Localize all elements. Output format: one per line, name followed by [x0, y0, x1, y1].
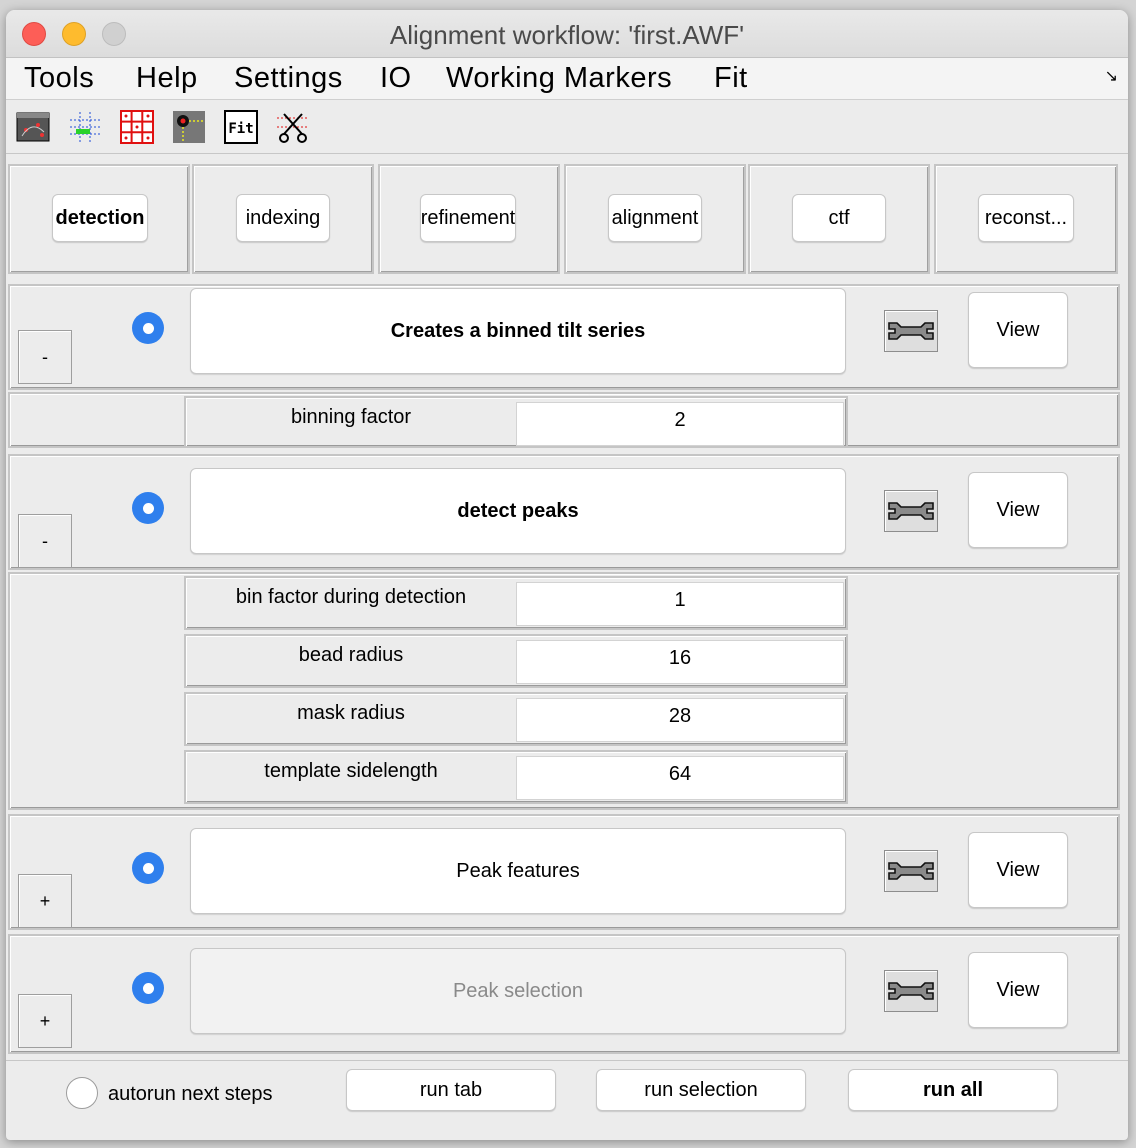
- menu-bar: Tools Help Settings IO Working Markers F…: [6, 58, 1128, 100]
- param-mask-radius: mask radius 28: [184, 692, 848, 746]
- menu-working-markers[interactable]: Working Markers: [446, 62, 672, 95]
- step-detect-peaks: - detect peaks View: [8, 454, 1120, 570]
- tab-cell-ctf: ctf: [748, 164, 930, 274]
- menu-resize-icon: ↘: [1104, 68, 1118, 85]
- run-selection-button[interactable]: run selection: [596, 1069, 806, 1111]
- fit-icon-text: Fit: [228, 121, 253, 137]
- app-window: Alignment workflow: 'first.AWF' Tools He…: [6, 10, 1128, 1140]
- step-enable-radio[interactable]: [132, 492, 164, 524]
- tab-detection[interactable]: detection: [52, 194, 148, 242]
- param-label: bead radius: [298, 644, 404, 666]
- run-all-button[interactable]: run all: [848, 1069, 1058, 1111]
- step-enable-radio[interactable]: [132, 972, 164, 1004]
- marker-position-icon[interactable]: [172, 110, 206, 144]
- menu-fit[interactable]: Fit: [714, 62, 748, 95]
- step-enable-radio[interactable]: [132, 312, 164, 344]
- mask-radius-input[interactable]: 28: [516, 698, 844, 742]
- wrench-icon[interactable]: [884, 490, 938, 532]
- view-button[interactable]: View: [968, 952, 1068, 1028]
- grid-icon[interactable]: [120, 110, 154, 144]
- view-button[interactable]: View: [968, 832, 1068, 908]
- collapse-button[interactable]: -: [18, 330, 72, 384]
- cut-markers-icon[interactable]: [276, 110, 310, 144]
- bead-radius-input[interactable]: 16: [516, 640, 844, 684]
- view-button[interactable]: View: [968, 292, 1068, 368]
- tab-cell-detection: detection: [8, 164, 190, 274]
- marker-tracking-icon[interactable]: [68, 110, 102, 144]
- autorun-label: autorun next steps: [108, 1083, 273, 1105]
- workflow-tabs: detection indexing refinement alignment …: [8, 164, 1120, 276]
- step-enable-radio[interactable]: [132, 852, 164, 884]
- step-detect-button[interactable]: detect peaks: [190, 468, 846, 554]
- template-sidelength-input[interactable]: 64: [516, 756, 844, 800]
- params-detect: bin factor during detection 1 bead radiu…: [8, 572, 1120, 810]
- param-bin-factor: bin factor during detection 1: [184, 576, 848, 630]
- autorun-radio[interactable]: [66, 1077, 98, 1109]
- tab-reconstruction[interactable]: reconst...: [978, 194, 1074, 242]
- param-binning-factor: binning factor 2: [184, 396, 848, 448]
- binning-factor-input[interactable]: 2: [516, 402, 844, 446]
- step-peak-features: + Peak features View: [8, 814, 1120, 930]
- toolbar: Fit: [6, 100, 1128, 154]
- collapse-button[interactable]: -: [18, 514, 72, 568]
- param-template-sidelength: template sidelength 64: [184, 750, 848, 804]
- view-button[interactable]: View: [968, 472, 1068, 548]
- tab-indexing[interactable]: indexing: [236, 194, 330, 242]
- tab-cell-indexing: indexing: [192, 164, 374, 274]
- param-label: template sidelength: [264, 760, 438, 782]
- param-label: binning factor: [290, 406, 412, 428]
- step-features-button[interactable]: Peak features: [190, 828, 846, 914]
- bottom-bar: autorun next steps run tab run selection…: [6, 1060, 1128, 1140]
- tab-ctf[interactable]: ctf: [792, 194, 886, 242]
- step-peak-selection: + Peak selection View: [8, 934, 1120, 1054]
- expand-button[interactable]: +: [18, 874, 72, 928]
- menu-settings[interactable]: Settings: [234, 62, 343, 95]
- params-binned: binning factor 2: [8, 392, 1120, 448]
- tab-cell-refinement: refinement: [378, 164, 560, 274]
- menu-help[interactable]: Help: [136, 62, 198, 95]
- tab-cell-alignment: alignment: [564, 164, 746, 274]
- tab-refinement[interactable]: refinement: [420, 194, 516, 242]
- title-bar: Alignment workflow: 'first.AWF': [6, 10, 1128, 58]
- wrench-icon[interactable]: [884, 310, 938, 352]
- param-label: mask radius: [297, 702, 405, 724]
- param-bead-radius: bead radius 16: [184, 634, 848, 688]
- window-title: Alignment workflow: 'first.AWF': [389, 20, 745, 50]
- run-tab-button[interactable]: run tab: [346, 1069, 556, 1111]
- step-binned-tilt-series: - Creates a binned tilt series View: [8, 284, 1120, 390]
- tab-cell-reconstruction: reconst...: [934, 164, 1118, 274]
- param-label: bin factor during detection: [235, 586, 467, 608]
- fit-icon[interactable]: Fit: [224, 110, 258, 144]
- wrench-icon[interactable]: [884, 850, 938, 892]
- menu-io[interactable]: IO: [380, 62, 412, 95]
- step-selection-button[interactable]: Peak selection: [190, 948, 846, 1034]
- tilt-series-viewer-icon[interactable]: [16, 110, 50, 144]
- tab-alignment[interactable]: alignment: [608, 194, 702, 242]
- menu-tools[interactable]: Tools: [24, 62, 94, 95]
- step-binned-button[interactable]: Creates a binned tilt series: [190, 288, 846, 374]
- bin-factor-input[interactable]: 1: [516, 582, 844, 626]
- expand-button[interactable]: +: [18, 994, 72, 1048]
- wrench-icon[interactable]: [884, 970, 938, 1012]
